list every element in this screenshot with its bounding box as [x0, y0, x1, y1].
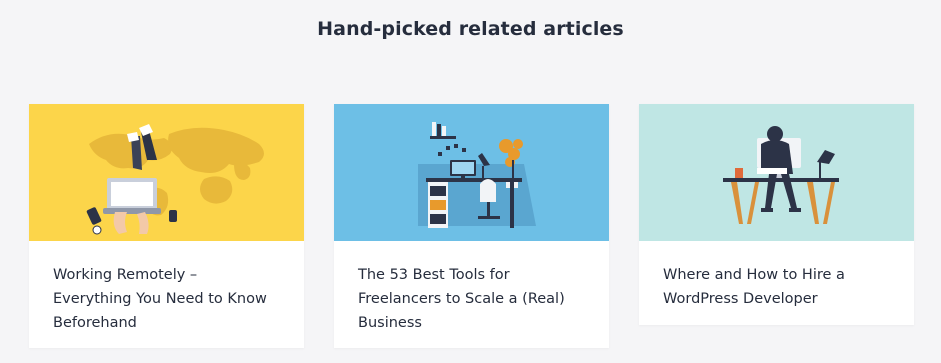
section-title: Hand-picked related articles [317, 18, 624, 40]
remote-work-laptop-world-map-illustration[interactable] [29, 104, 304, 241]
article-card-working-remotely[interactable]: Working Remotely – Everything You Need t… [29, 104, 304, 348]
article-title[interactable]: Working Remotely – Everything You Need t… [29, 241, 304, 335]
article-title[interactable]: The 53 Best Tools for Freelancers to Sca… [334, 241, 609, 335]
article-card-best-tools-freelancers[interactable]: The 53 Best Tools for Freelancers to Sca… [334, 104, 609, 348]
wordpress-developer-at-desk-illustration[interactable] [639, 104, 914, 241]
freelancer-desk-workspace-illustration[interactable] [334, 104, 609, 241]
article-title[interactable]: Where and How to Hire a WordPress Develo… [639, 241, 914, 311]
article-card-hire-wordpress-developer[interactable]: Where and How to Hire a WordPress Develo… [639, 104, 914, 325]
